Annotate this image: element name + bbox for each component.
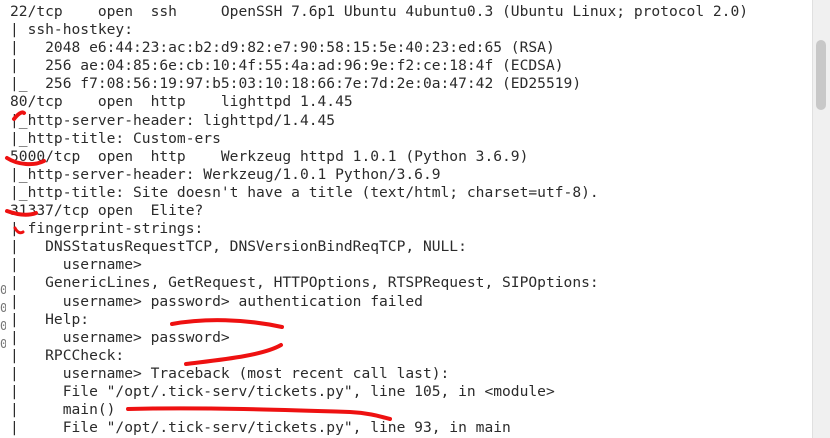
vertical-scrollbar[interactable]: [812, 0, 830, 438]
terminal-line: | ssh-hostkey:: [10, 21, 134, 39]
gutter-mark: 0: [0, 319, 6, 333]
terminal-line: | username> password> authentication fai…: [10, 292, 423, 310]
terminal-line: | DNSStatusRequestTCP, DNSVersionBindReq…: [10, 238, 467, 256]
terminal-line: |_http-title: Site doesn't have a title …: [10, 183, 599, 201]
terminal-line: |_http-title: Custom-ers: [10, 129, 221, 147]
terminal-line: | 2048 e6:44:23:ac:b2:d9:82:e7:90:58:15:…: [10, 39, 555, 57]
terminal-line: |_http-server-header: Werkzeug/1.0.1 Pyt…: [10, 165, 441, 183]
terminal-line: | fingerprint-strings:: [10, 220, 204, 238]
gutter-mark: 0: [0, 337, 6, 351]
scrollbar-thumb[interactable]: [816, 40, 826, 110]
terminal-window: 0 0 0 0 22/tcp open ssh OpenSSH 7.6p1 Ub…: [0, 0, 830, 438]
terminal-line: | username> password>: [10, 328, 230, 346]
terminal-line: | GenericLines, GetRequest, HTTPOptions,…: [10, 274, 599, 292]
terminal-line: 80/tcp open http lighttpd 1.4.45: [10, 93, 353, 111]
terminal-line: 22/tcp open ssh OpenSSH 7.6p1 Ubuntu 4ub…: [10, 3, 749, 20]
terminal-line: |_ 256 f7:08:56:19:97:b5:03:10:18:66:7e:…: [10, 75, 582, 93]
terminal-line: | Help:: [10, 310, 90, 328]
gutter-mark: 0: [0, 301, 6, 315]
terminal-line: |_http-server-header: lighttpd/1.4.45: [10, 111, 336, 129]
terminal-line: 31337/tcp open Elite?: [10, 202, 204, 220]
terminal-line: | main(): [10, 401, 116, 419]
terminal-line: | File "/opt/.tick-serv/tickets.py", lin…: [10, 382, 555, 400]
terminal-line: | username> Traceback (most recent call …: [10, 364, 450, 382]
gutter-mark: 0: [0, 283, 6, 297]
terminal-line: | File "/opt/.tick-serv/tickets.py", lin…: [10, 419, 511, 437]
terminal-line: | username>: [10, 256, 142, 274]
terminal-line: 5000/tcp open http Werkzeug httpd 1.0.1 …: [10, 147, 529, 165]
terminal-output[interactable]: 22/tcp open ssh OpenSSH 7.6p1 Ubuntu 4ub…: [10, 0, 810, 438]
left-gutter: 0 0 0 0: [0, 0, 6, 438]
terminal-line: | 256 ae:04:85:6e:cb:10:4f:55:4a:ad:96:9…: [10, 57, 564, 75]
terminal-line: | RPCCheck:: [10, 346, 125, 364]
